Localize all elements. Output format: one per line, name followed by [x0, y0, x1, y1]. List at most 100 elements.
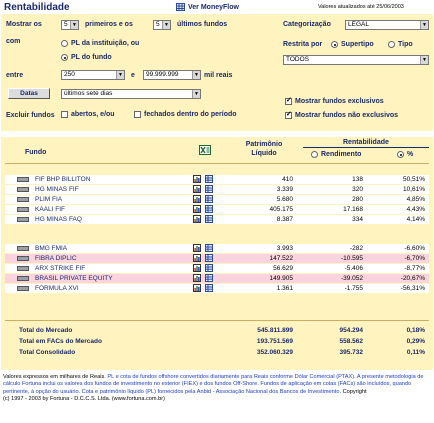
- table-icon[interactable]: [205, 254, 213, 262]
- table-icon[interactable]: [205, 274, 213, 282]
- total-pl: 352.060.329: [256, 349, 293, 356]
- chart-icon[interactable]: [193, 254, 201, 262]
- fund-toggle-button[interactable]: [17, 177, 29, 182]
- table-row[interactable]: ARX STRIKE FIF 56.629 -5.406 -8,77%: [5, 264, 429, 273]
- chart-icon[interactable]: [193, 205, 201, 213]
- table-icon[interactable]: [205, 175, 213, 183]
- fund-name[interactable]: PLIM FIA: [35, 195, 62, 204]
- table-row[interactable]: FIF BHP BILLITON 410 138 50,51%: [5, 175, 429, 184]
- pl-value: 147.522: [269, 255, 294, 262]
- exclude-fechados-checkbox[interactable]: fechados dentro do período: [134, 111, 237, 118]
- table-row[interactable]: BMG FMIA 3.993 -282 -6,60%: [5, 244, 429, 253]
- pl-value: 410: [282, 176, 293, 183]
- fund-name[interactable]: BRASIL PRIVATE EQUITY: [35, 274, 113, 283]
- table-row[interactable]: BRASIL PRIVATE EQUITY 149.905 -39.052 -20,6…: [5, 274, 429, 283]
- pl-instituicao-radio[interactable]: PL da instituição, ou: [61, 40, 139, 47]
- and-label: e: [131, 72, 135, 79]
- total-rendimento: 954.294: [339, 327, 364, 334]
- excel-icon[interactable]: [199, 145, 211, 155]
- fund-name[interactable]: FIBRA DIPLIC: [35, 254, 77, 263]
- exclude-abertos-checkbox[interactable]: abertos, e/ou: [61, 111, 115, 118]
- chart-icon[interactable]: [193, 185, 201, 193]
- fund-toggle-button[interactable]: [17, 286, 29, 291]
- fund-name[interactable]: HG MINAS FAQ: [35, 215, 82, 224]
- bottom-n-select[interactable]: 5 ▼: [153, 20, 171, 30]
- fund-name[interactable]: BMG FMIA: [35, 244, 67, 253]
- fund-name[interactable]: KAALI FIF: [35, 205, 65, 214]
- totals-line: [5, 320, 429, 321]
- percent-value: 4,43%: [406, 206, 425, 213]
- percent-value: -6,70%: [404, 255, 425, 262]
- mil-reais-label: mil reais: [204, 72, 233, 79]
- fund-name[interactable]: FORMULA XVI: [35, 284, 79, 293]
- tipo-radio[interactable]: Tipo: [388, 41, 413, 48]
- footer-notes: Valores expressos em milhares de Reais. …: [3, 374, 433, 404]
- fund-name[interactable]: FIF BHP BILLITON: [35, 175, 90, 184]
- chevron-down-icon: ▼: [192, 71, 200, 79]
- table-icon[interactable]: [205, 195, 213, 203]
- rendimento-radio[interactable]: Rendimento: [311, 151, 361, 158]
- top-n-select[interactable]: 5 ▼: [61, 20, 79, 30]
- categorization-label: Categorização: [283, 21, 331, 28]
- show-nao-exclusivos-checkbox[interactable]: Mostrar fundos não exclusivos: [285, 110, 398, 119]
- fund-name[interactable]: ARX STRIKE FIF: [35, 264, 85, 273]
- pl-value: 8.387: [276, 216, 293, 223]
- fund-toggle-button[interactable]: [17, 207, 29, 212]
- table-icon[interactable]: [205, 264, 213, 272]
- restrict-select[interactable]: TODOS ▼: [283, 55, 429, 65]
- table-icon[interactable]: [205, 244, 213, 252]
- rendimento-value: -282: [349, 245, 363, 252]
- table-icon[interactable]: [205, 205, 213, 213]
- table-row[interactable]: KAALI FIF 405.175 17.168 4,43%: [5, 205, 429, 214]
- dates-button[interactable]: Datas: [8, 88, 50, 99]
- chart-icon[interactable]: [193, 274, 201, 282]
- show-exclusivos-checkbox[interactable]: Mostrar fundos exclusivos: [285, 96, 384, 105]
- total-label: Total em FACs do Mercado: [19, 338, 102, 345]
- table-row[interactable]: HG MINAS FAQ 8.387 334 4,14%: [5, 215, 429, 224]
- table-icon[interactable]: [205, 215, 213, 223]
- fund-toggle-button[interactable]: [17, 187, 29, 192]
- filter-panel: Mostrar os 5 ▼ primeiros e os 5 ▼ últimos …: [1, 14, 433, 131]
- chart-icon[interactable]: [193, 175, 201, 183]
- total-percent: 0,11%: [406, 349, 425, 356]
- first-label: primeiros e os: [85, 21, 133, 28]
- percent-value: 50,51%: [402, 176, 425, 183]
- percent-value: -56,31%: [400, 285, 425, 292]
- fund-name[interactable]: HG MINAS FIF: [35, 185, 79, 194]
- pl-value: 149.905: [269, 275, 294, 282]
- fund-toggle-button[interactable]: [17, 266, 29, 271]
- percent-radio[interactable]: %: [397, 151, 413, 158]
- chevron-down-icon: ▼: [420, 56, 428, 64]
- supertipo-radio[interactable]: Supertipo: [331, 41, 374, 48]
- fund-toggle-button[interactable]: [17, 276, 29, 281]
- fund-toggle-button[interactable]: [17, 256, 29, 261]
- percent-value: -8,77%: [404, 265, 425, 272]
- chart-icon[interactable]: [193, 215, 201, 223]
- pl-value: 1.361: [276, 285, 293, 292]
- table-icon[interactable]: [205, 185, 213, 193]
- exclude-label: Excluir fundos: [6, 112, 55, 119]
- chart-icon[interactable]: [193, 195, 201, 203]
- restrict-label: Restrita por: [283, 41, 323, 48]
- page-title: Rentabilidade: [4, 2, 70, 13]
- categorization-select[interactable]: LEGAL ▼: [345, 20, 429, 30]
- fund-toggle-button[interactable]: [17, 217, 29, 222]
- pl-value: 405.175: [269, 206, 294, 213]
- updated-date: Valores atualizados até 25/06/2003: [318, 4, 404, 10]
- min-value-select[interactable]: 250 ▼: [61, 70, 125, 80]
- fund-toggle-button[interactable]: [17, 197, 29, 202]
- chart-icon[interactable]: [193, 264, 201, 272]
- period-select[interactable]: últimos sete dias ▼: [61, 89, 201, 99]
- col-patrimonio-1: Patrimônio: [245, 141, 283, 148]
- chart-icon[interactable]: [193, 284, 201, 292]
- fund-toggle-button[interactable]: [17, 246, 29, 251]
- table-row[interactable]: FIBRA DIPLIC 147.522 -10.595 -6,70%: [5, 254, 429, 263]
- pl-fundo-radio[interactable]: PL do fundo: [61, 54, 112, 61]
- table-row[interactable]: HG MINAS FIF 3.339 320 10,61%: [5, 185, 429, 194]
- table-row[interactable]: PLIM FIA 5.680 280 4,85%: [5, 195, 429, 204]
- max-value-select[interactable]: 99.999.999 ▼: [143, 70, 201, 80]
- moneyflow-link[interactable]: Ver MoneyFlow: [176, 3, 239, 11]
- table-icon[interactable]: [205, 284, 213, 292]
- chart-icon[interactable]: [193, 244, 201, 252]
- table-row[interactable]: FORMULA XVI 1.361 -1.755 -56,31%: [5, 284, 429, 293]
